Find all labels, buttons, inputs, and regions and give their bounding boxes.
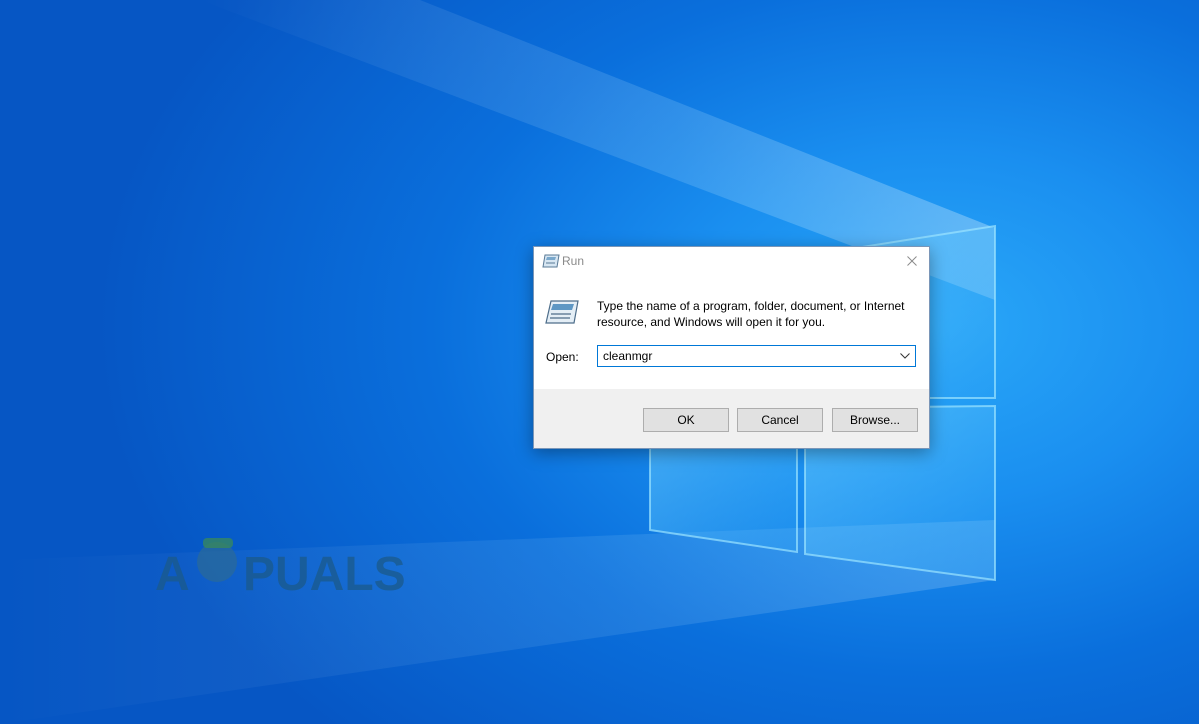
close-icon (907, 256, 917, 266)
dialog-description: Type the name of a program, folder, docu… (597, 299, 905, 329)
svg-text:PUALS: PUALS (243, 548, 406, 598)
appuals-watermark-logo: A PUALS (155, 538, 406, 598)
cancel-button[interactable]: Cancel (737, 408, 823, 432)
open-dropdown-button[interactable] (895, 346, 915, 366)
run-icon (545, 300, 579, 324)
dialog-title: Run (562, 254, 585, 268)
open-label: Open: (546, 350, 579, 364)
run-icon (542, 254, 560, 268)
button-bar: OK Cancel Browse... (534, 389, 929, 448)
browse-button[interactable]: Browse... (832, 408, 918, 432)
chevron-down-icon (900, 353, 910, 359)
open-combobox[interactable] (597, 345, 916, 367)
ok-button[interactable]: OK (643, 408, 729, 432)
title-bar[interactable]: Run (534, 247, 929, 277)
close-button[interactable] (895, 247, 929, 275)
run-dialog: Run Type the name of a program, folder, … (533, 246, 930, 449)
svg-text:A: A (155, 548, 190, 598)
open-input[interactable] (598, 346, 894, 366)
